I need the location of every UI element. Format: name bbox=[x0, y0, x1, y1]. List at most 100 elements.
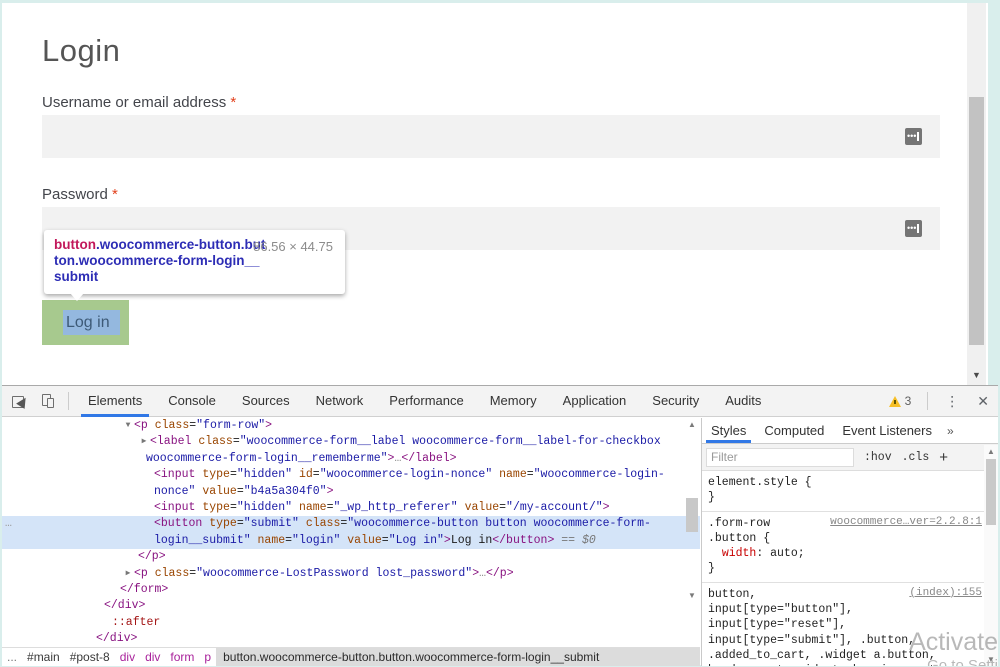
phone-glyph bbox=[47, 398, 54, 408]
input-options-icon[interactable]: ••• bbox=[905, 128, 922, 145]
toolbar-divider bbox=[927, 392, 928, 410]
dom-tree-row[interactable]: </form> bbox=[2, 582, 700, 598]
css-selector-row[interactable]: .added_to_cart, .widget a.button, bbox=[708, 648, 978, 663]
toolbar-divider bbox=[68, 392, 69, 410]
devtools-tab-security[interactable]: Security bbox=[639, 386, 712, 417]
scroll-up-arrow-icon[interactable]: ▲ bbox=[684, 420, 700, 429]
browser-viewport: Login Username or email address * ••• Pa… bbox=[2, 3, 988, 385]
styles-filter-input[interactable] bbox=[706, 448, 854, 467]
inspect-tooltip: button.woocommerce-button.button.woocomm… bbox=[44, 230, 345, 294]
page-scrollbar-thumb[interactable] bbox=[969, 97, 984, 345]
devtools-tab-performance[interactable]: Performance bbox=[376, 386, 476, 417]
tooltip-pointer-icon bbox=[70, 293, 84, 301]
dom-tree-row[interactable]: </p> bbox=[2, 549, 700, 565]
breadcrumb-item[interactable]: div bbox=[115, 648, 140, 667]
sidebar-overflow-icon[interactable]: » bbox=[941, 424, 960, 438]
styles-tabbar: StylesComputedEvent Listeners» bbox=[702, 418, 998, 444]
devtools-tab-network[interactable]: Network bbox=[303, 386, 377, 417]
required-asterisk: * bbox=[230, 94, 236, 111]
styles-tab-styles[interactable]: Styles bbox=[702, 418, 755, 443]
dom-tree-row[interactable]: login__submit" name="login" value="Log i… bbox=[2, 533, 700, 549]
devtools-tabbar: ElementsConsoleSourcesNetworkPerformance… bbox=[75, 386, 774, 417]
styles-scrollbar[interactable]: ▲ ▼ bbox=[984, 445, 998, 666]
dom-tree-row[interactable]: <input type="hidden" id="woocommerce-log… bbox=[2, 467, 700, 483]
more-menu-icon[interactable]: ⋮ bbox=[936, 386, 968, 417]
breadcrumb-item[interactable]: #post-8 bbox=[65, 648, 115, 667]
css-selector-row[interactable]: input[type="submit"], .button, bbox=[708, 633, 978, 648]
styles-tab-computed[interactable]: Computed bbox=[755, 418, 833, 443]
css-property-row[interactable]: width: auto; bbox=[708, 546, 978, 561]
devtools-tab-audits[interactable]: Audits bbox=[712, 386, 774, 417]
bar-glyph bbox=[917, 132, 919, 141]
breadcrumb-item[interactable]: ... bbox=[2, 648, 22, 667]
css-property-value[interactable]: : auto; bbox=[756, 547, 804, 560]
pseudo-state-toggle[interactable]: :hov bbox=[864, 451, 892, 464]
dom-tree-row[interactable]: </div> bbox=[2, 598, 700, 614]
css-selector-row[interactable]: element.style { bbox=[708, 475, 978, 490]
input-options-icon[interactable]: ••• bbox=[905, 220, 922, 237]
dom-tree-row[interactable]: ▼<p class="form-row"> bbox=[2, 418, 700, 434]
new-style-rule-button[interactable]: + bbox=[939, 449, 948, 466]
page-scrollbar[interactable]: ▼ bbox=[967, 3, 986, 385]
tooltip-selector: button.woocommerce-button.button.woocomm… bbox=[54, 237, 266, 285]
dom-tree-row[interactable]: <input type="hidden" name="_wp_http_refe… bbox=[2, 500, 700, 516]
devtools-tab-elements[interactable]: Elements bbox=[75, 386, 155, 417]
breadcrumb-item[interactable]: p bbox=[199, 648, 216, 667]
css-selector-row[interactable]: header-cart .widget_shopping_cart bbox=[708, 663, 978, 666]
elements-scrollbar[interactable]: ▲ ▼ bbox=[684, 418, 700, 600]
scroll-up-arrow-icon[interactable]: ▲ bbox=[984, 447, 998, 456]
devtools-tab-memory[interactable]: Memory bbox=[477, 386, 550, 417]
breadcrumb-item[interactable]: #main bbox=[22, 648, 65, 667]
expand-arrow-icon[interactable]: ▶ bbox=[138, 434, 150, 450]
css-selector-row[interactable]: .button { bbox=[708, 531, 978, 546]
stylesheet-source-link[interactable]: (index):155 bbox=[909, 587, 982, 599]
styles-tab-event-listeners[interactable]: Event Listeners bbox=[833, 418, 941, 443]
css-property-name[interactable]: width bbox=[722, 547, 757, 560]
styles-filter-row: :hov .cls + bbox=[702, 444, 998, 471]
css-selector-row[interactable]: input[type="button"], bbox=[708, 602, 978, 617]
devtools-panel: ElementsConsoleSourcesNetworkPerformance… bbox=[2, 385, 998, 665]
login-button[interactable]: Log in bbox=[42, 300, 129, 345]
devtools-tab-application[interactable]: Application bbox=[550, 386, 640, 417]
elements-tree: ▼<p class="form-row">▶<label class="wooc… bbox=[2, 418, 700, 648]
stylesheet-source-link[interactable]: woocommerce…ver=2.2.8:1 bbox=[830, 516, 982, 528]
close-devtools-icon[interactable]: ✕ bbox=[968, 386, 998, 417]
breadcrumb-item[interactable]: div bbox=[140, 648, 165, 667]
element-class-toggle[interactable]: .cls bbox=[902, 451, 930, 464]
scroll-down-arrow-icon[interactable]: ▼ bbox=[684, 591, 700, 600]
dom-tree-row[interactable]: ▶<p class="woocommerce-LostPassword lost… bbox=[2, 566, 700, 582]
dom-tree-row[interactable]: ::after bbox=[2, 615, 700, 631]
device-toolbar-icon[interactable] bbox=[40, 393, 56, 409]
dom-tree-row[interactable]: woocommerce-form-login__rememberme">…</l… bbox=[2, 451, 700, 467]
dom-tree-row[interactable]: </div> bbox=[2, 631, 700, 647]
devtools-tab-console[interactable]: Console bbox=[155, 386, 229, 417]
devtools-tab-sources[interactable]: Sources bbox=[229, 386, 303, 417]
scroll-down-arrow-icon[interactable]: ▼ bbox=[967, 368, 986, 383]
expand-arrow-icon[interactable]: ▶ bbox=[122, 566, 134, 582]
toolbar-right-cluster: 3 ⋮ ✕ bbox=[889, 386, 998, 417]
styles-sidebar: StylesComputedEvent Listeners» :hov .cls… bbox=[701, 418, 998, 666]
style-rule-section: woocommerce…ver=2.2.8:1.form-row.button … bbox=[702, 512, 998, 583]
dom-tree-row[interactable]: ▶<label class="woocommerce-form__label w… bbox=[2, 434, 700, 450]
username-label: Username or email address * bbox=[42, 94, 236, 111]
scroll-down-arrow-icon[interactable]: ▼ bbox=[984, 655, 998, 664]
css-selector-row[interactable]: input[type="reset"], bbox=[708, 617, 978, 632]
breadcrumb-item[interactable]: button.woocommerce-button.button.woocomm… bbox=[216, 648, 700, 667]
dom-tree-row[interactable]: …<button type="submit" class="woocommerc… bbox=[2, 516, 700, 532]
warning-count[interactable]: 3 bbox=[905, 394, 912, 408]
login-button-label: Log in bbox=[63, 310, 120, 335]
dots-glyph: ••• bbox=[907, 225, 916, 232]
css-close-brace[interactable]: } bbox=[708, 561, 978, 576]
breadcrumb: ...#main#post-8divdivformpbutton.woocomm… bbox=[2, 647, 700, 666]
styles-scrollbar-thumb[interactable] bbox=[986, 459, 996, 525]
warning-icon[interactable] bbox=[889, 396, 901, 407]
css-close-brace[interactable]: } bbox=[708, 490, 978, 505]
row-gutter-ellipsis-icon[interactable]: … bbox=[5, 516, 12, 532]
breadcrumb-item[interactable]: form bbox=[165, 648, 199, 667]
inspect-element-icon[interactable] bbox=[12, 393, 28, 409]
username-input[interactable]: ••• bbox=[42, 115, 940, 158]
elements-scrollbar-thumb[interactable] bbox=[686, 498, 698, 532]
tooltip-dimensions: 86.56 × 44.75 bbox=[253, 239, 333, 254]
dom-tree-row[interactable]: nonce" value="b4a5a304f0"> bbox=[2, 484, 700, 500]
expand-arrow-icon[interactable]: ▼ bbox=[122, 418, 134, 434]
